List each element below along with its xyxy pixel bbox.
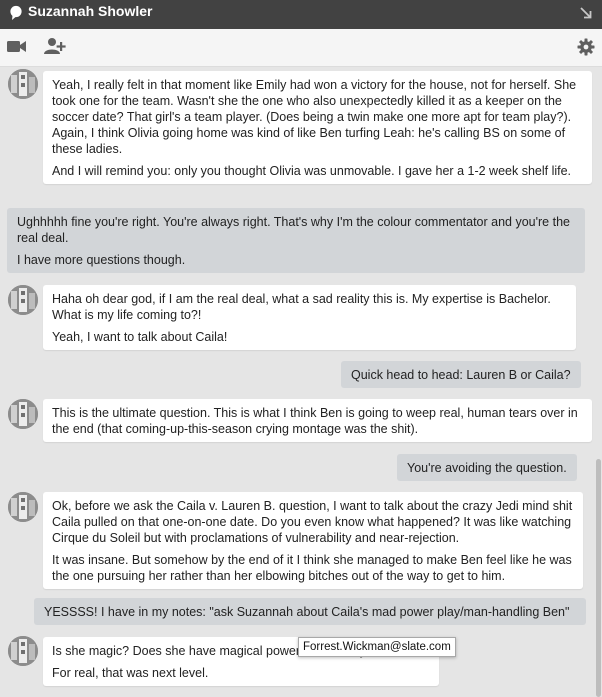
video-camera-icon[interactable]	[7, 40, 26, 58]
window-title[interactable]: Suzannah Showler	[28, 3, 152, 19]
message-text: Ok, before we ask the Caila v. Lauren B.…	[52, 499, 573, 545]
avatar[interactable]	[8, 399, 38, 429]
avatar[interactable]	[8, 69, 38, 99]
avatar[interactable]	[8, 492, 38, 522]
sender-email-tooltip: Forrest.Wickman@slate.com	[298, 637, 456, 657]
add-person-icon[interactable]	[44, 37, 66, 60]
message-text: And I will remind you: only you thought …	[52, 164, 572, 178]
message-text: Yeah, I really felt in that moment like …	[52, 78, 577, 156]
message-text: Haha oh dear god, if I am the real deal,…	[52, 292, 551, 322]
gear-icon[interactable]	[577, 38, 595, 61]
chat-toolbar	[0, 29, 602, 67]
message-bubble-incoming: Haha oh dear god, if I am the real deal,…	[43, 285, 576, 350]
message-text: For real, that was next level.	[52, 666, 209, 680]
title-bar: Suzannah Showler	[0, 0, 602, 29]
message-text: This is the ultimate question. This is w…	[52, 406, 578, 436]
message-bubble-outgoing: Ughhhhh fine you're right. You're always…	[7, 208, 585, 273]
avatar[interactable]	[8, 636, 38, 666]
message-bubble-outgoing: You're avoiding the question.	[397, 454, 577, 481]
message-bubble-outgoing: Quick head to head: Lauren B or Caila?	[341, 361, 581, 388]
message-text: YESSSS! I have in my notes: "ask Suzanna…	[44, 605, 570, 619]
message-list[interactable]: Yeah, I really felt in that moment like …	[0, 67, 595, 697]
popout-arrow-icon[interactable]	[579, 6, 593, 25]
message-text: Yeah, I want to talk about Caila!	[52, 330, 228, 344]
message-bubble-incoming: This is the ultimate question. This is w…	[43, 399, 592, 442]
message-text: You're avoiding the question.	[407, 461, 567, 475]
message-text: It was insane. But somehow by the end of…	[52, 553, 572, 583]
message-bubble-incoming: Ok, before we ask the Caila v. Lauren B.…	[43, 492, 583, 589]
scrollbar-thumb[interactable]	[596, 459, 601, 697]
message-text: Quick head to head: Lauren B or Caila?	[351, 368, 571, 382]
message-bubble-incoming: Yeah, I really felt in that moment like …	[43, 71, 592, 184]
message-bubble-outgoing: YESSSS! I have in my notes: "ask Suzanna…	[34, 598, 586, 625]
message-text: I have more questions though.	[17, 253, 186, 267]
chat-scrollbar[interactable]	[595, 67, 602, 697]
avatar[interactable]	[8, 285, 38, 315]
message-text: Ughhhhh fine you're right. You're always…	[17, 215, 570, 245]
chat-bubble-icon	[9, 5, 23, 26]
